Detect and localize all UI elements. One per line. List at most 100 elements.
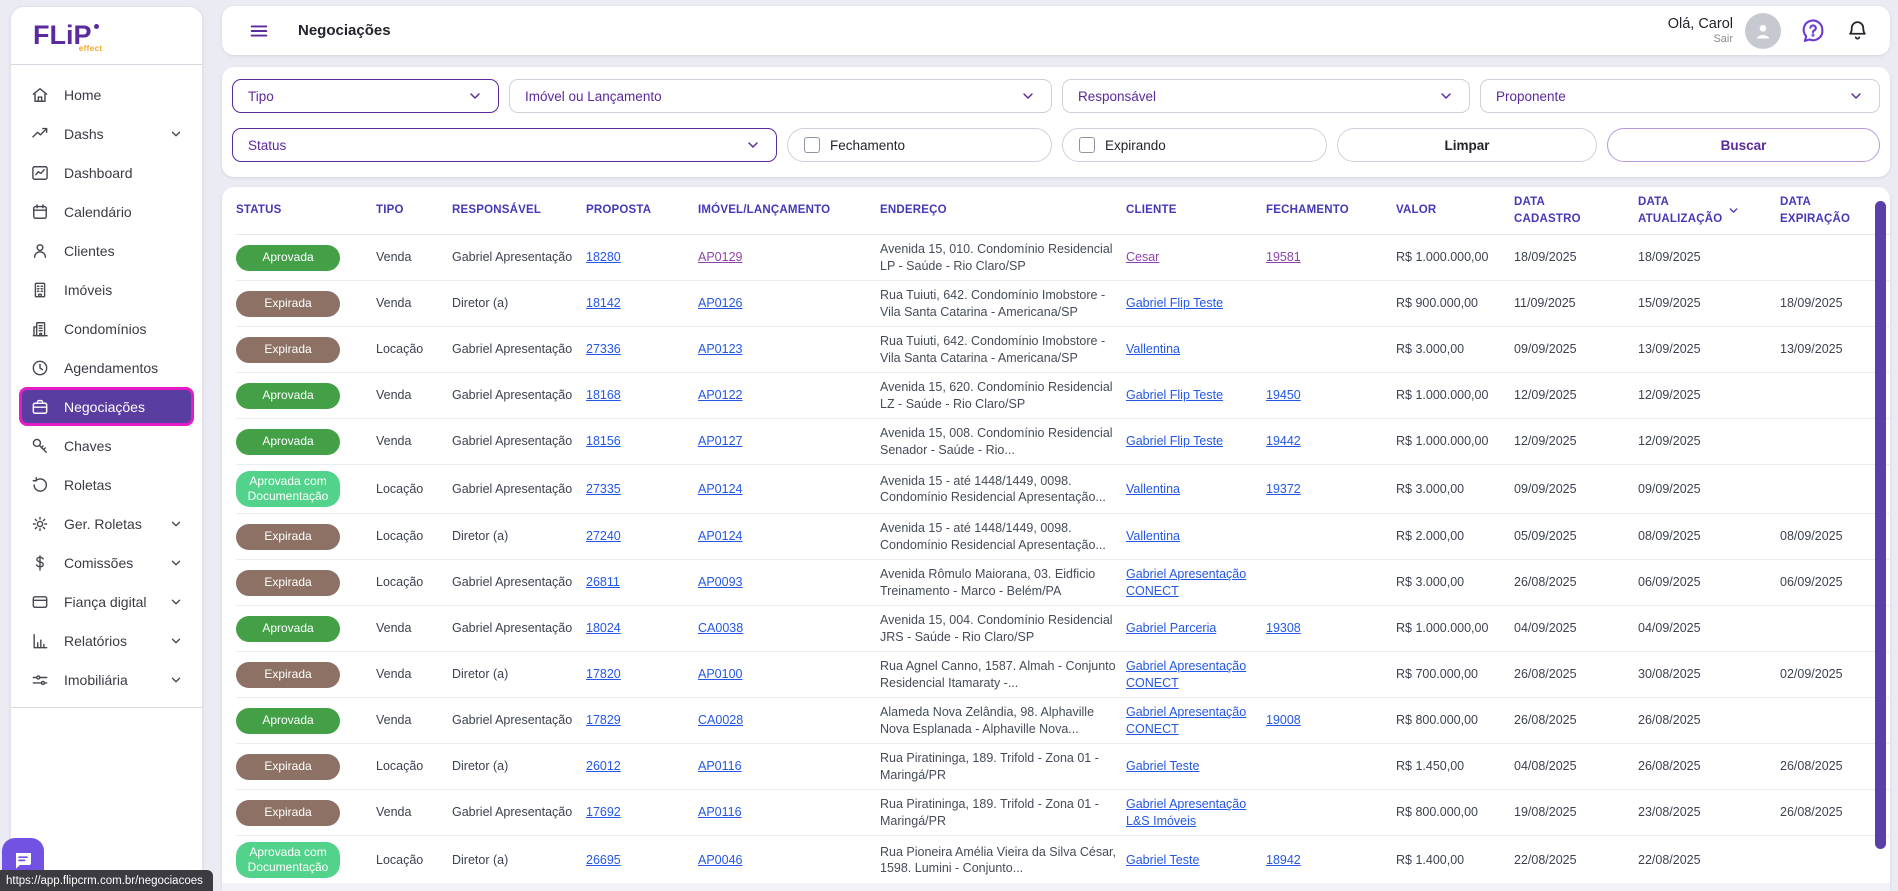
column-header-data-atualizacao[interactable]: DATA ATUALIZAÇÃO [1638,194,1780,227]
cliente-link[interactable]: Gabriel Flip Teste [1126,296,1223,310]
sidebar-item-imobiliaria[interactable]: Imobiliária [19,660,194,699]
sidebar-item-imoveis[interactable]: Imóveis [19,270,194,309]
avatar[interactable] [1745,12,1781,49]
sidebar-item-dashs[interactable]: Dashs [19,114,194,153]
sidebar-item-roletas[interactable]: Roletas [19,465,194,504]
cliente-link[interactable]: Gabriel Parceria [1126,621,1216,635]
imovel-select[interactable]: Imóvel ou Lançamento [509,79,1052,113]
cliente-link[interactable]: Cesar [1126,250,1159,264]
proposta-link[interactable]: 18024 [586,621,621,635]
cliente-link[interactable]: Gabriel Apresentação CONECT [1126,659,1246,690]
imovel-link[interactable]: AP0100 [698,667,742,681]
imovel-link[interactable]: AP0116 [698,759,742,773]
sidebar-item-agendamentos[interactable]: Agendamentos [19,348,194,387]
sidebar-item-relatorios[interactable]: Relatórios [19,621,194,660]
proposta-cell: 18156 [586,433,698,450]
cliente-link[interactable]: Gabriel Flip Teste [1126,434,1223,448]
fechamento-link[interactable]: 18942 [1266,853,1301,867]
sidebar-item-dashboard[interactable]: Dashboard [19,153,194,192]
tipo-cell: Locação [376,575,424,590]
proposta-link[interactable]: 27335 [586,482,621,496]
proposta-link[interactable]: 17692 [586,805,621,819]
cliente-link[interactable]: Gabriel Apresentação CONECT [1126,567,1246,598]
sort-chevron-icon[interactable] [1727,204,1740,217]
sidebar-item-calendario[interactable]: Calendário [19,192,194,231]
sidebar-item-chaves[interactable]: Chaves [19,426,194,465]
tipo-cell: Venda [376,388,412,403]
proposta-link[interactable]: 18280 [586,250,621,264]
cliente-link[interactable]: Gabriel Teste [1126,759,1199,773]
cliente-link[interactable]: Gabriel Apresentação CONECT [1126,705,1246,736]
cliente-link[interactable]: Vallentina [1126,529,1180,543]
sidebar-item-clientes[interactable]: Clientes [19,231,194,270]
imovel-link[interactable]: AP0122 [698,388,742,402]
vertical-scrollbar[interactable] [1875,201,1886,849]
cliente-link[interactable]: Vallentina [1126,342,1180,356]
data-atualizacao-cell: 12/09/2025 [1638,434,1701,449]
imovel-link[interactable]: AP0093 [698,575,742,589]
imovel-link[interactable]: AP0129 [698,250,742,264]
limpar-button[interactable]: Limpar [1337,128,1597,162]
imovel-link[interactable]: AP0124 [698,482,742,496]
cliente-link[interactable]: Gabriel Flip Teste [1126,388,1223,402]
proposta-link[interactable]: 27336 [586,342,621,356]
tipo-select[interactable]: Tipo [232,79,499,113]
imovel-link[interactable]: AP0124 [698,529,742,543]
sidebar-item-label: Negociações [64,398,145,415]
proposta-link[interactable]: 26811 [586,575,620,589]
cliente-link[interactable]: Vallentina [1126,482,1180,496]
buscar-button[interactable]: Buscar [1607,128,1880,162]
horizontal-scrollbar[interactable] [222,883,1890,891]
fechamento-link[interactable]: 19308 [1266,621,1301,635]
responsavel-select[interactable]: Responsável [1062,79,1470,113]
proponente-select[interactable]: Proponente [1480,79,1880,113]
endereco-cell: Rua Agnel Canno, 1587. Almah - Conjunto … [880,659,1116,690]
sidebar-item-comissoes[interactable]: Comissões [19,543,194,582]
fechamento-link[interactable]: 19372 [1266,482,1301,496]
proposta-link[interactable]: 17829 [586,713,621,727]
proposta-link[interactable]: 27240 [586,529,621,543]
proposta-link[interactable]: 18156 [586,434,621,448]
endereco-cell: Rua Piratininga, 189. Trifold - Zona 01 … [880,751,1099,782]
imovel-link[interactable]: CA0038 [698,621,743,635]
sidebar-item-condominios[interactable]: Condomínios [19,309,194,348]
status-select[interactable]: Status [232,128,777,162]
data-cadastro-cell: 26/08/2025 [1514,575,1577,590]
imovel-link[interactable]: AP0116 [698,805,742,819]
proposta-link[interactable]: 17820 [586,667,621,681]
status-badge: Aprovada [236,382,340,409]
proposta-link[interactable]: 18168 [586,388,621,402]
proposta-link[interactable]: 26012 [586,759,621,773]
status-cell: Expirada [236,290,376,317]
fechamento-link[interactable]: 19581 [1266,250,1301,264]
notifications-bell-icon[interactable] [1845,18,1870,43]
proposta-link[interactable]: 18142 [586,296,621,310]
fechamento-link[interactable]: 19008 [1266,713,1301,727]
endereco-cell: Rua Tuiuti, 642. Condomínio Imobstore - … [880,334,1106,365]
fechamento-link[interactable]: 19450 [1266,388,1301,402]
imovel-link[interactable]: AP0123 [698,342,742,356]
help-icon[interactable] [1799,17,1827,45]
sidebar-item-home[interactable]: Home [19,75,194,114]
responsavel-cell: Diretor (a) [452,529,509,544]
hamburger-menu-icon[interactable] [248,20,270,42]
cliente-link[interactable]: Gabriel Apresentação L&S Imóveis [1126,797,1246,828]
expirando-checkbox[interactable]: Expirando [1062,128,1327,162]
logout-link[interactable]: Sair [1668,33,1733,47]
fechamento-checkbox[interactable]: Fechamento [787,128,1052,162]
cliente-link[interactable]: Gabriel Teste [1126,853,1199,867]
sidebar-item-fianca-digital[interactable]: Fiança digital [19,582,194,621]
column-header-status: STATUS [236,204,282,217]
fechamento-link[interactable]: 19442 [1266,434,1301,448]
sidebar-item-negociacoes[interactable]: Negociações [19,387,194,426]
endereco-cell: Rua Pioneira Amélia Vieira da Silva Césa… [880,844,1117,876]
imovel-link[interactable]: AP0046 [698,853,742,867]
imovel-link[interactable]: AP0126 [698,296,742,310]
imovel-link[interactable]: CA0028 [698,713,743,727]
imovel-link[interactable]: AP0127 [698,434,742,448]
sidebar-item-label: Comissões [64,554,134,571]
sidebar-item-ger-roletas[interactable]: Ger. Roletas [19,504,194,543]
data-atualizacao-cell: 06/09/2025 [1638,575,1701,590]
proposta-link[interactable]: 26695 [586,853,621,867]
brand-dot-icon [93,24,99,29]
